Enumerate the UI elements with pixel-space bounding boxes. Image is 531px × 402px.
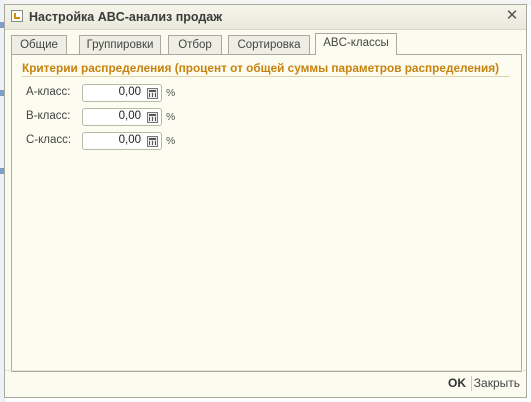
calculator-icon[interactable]: [147, 136, 158, 147]
tab-panel: Критерии распределения (процент от общей…: [11, 54, 522, 372]
tab-general[interactable]: Общие: [11, 35, 67, 54]
close-icon[interactable]: ✕: [504, 8, 520, 24]
c-class-input[interactable]: 0,00: [82, 132, 162, 150]
a-class-input[interactable]: 0,00: [82, 84, 162, 102]
c-class-value: 0,00: [118, 134, 141, 146]
b-class-label: B-класс:: [26, 110, 71, 122]
a-class-label: А-класс:: [26, 86, 71, 98]
b-class-unit: %: [166, 111, 176, 123]
dialog-footer: OK Закрыть: [5, 370, 526, 397]
tab-abc-classes[interactable]: ABC-классы: [315, 33, 397, 55]
c-class-label: C-класс:: [26, 134, 72, 146]
dialog-window: Настройка ABC-анализ продаж ✕ Общие Груп…: [4, 4, 527, 398]
tab-filter[interactable]: Отбор: [168, 35, 222, 54]
button-separator: [471, 376, 472, 391]
title-bar: Настройка ABC-анализ продаж ✕: [5, 5, 526, 30]
b-class-value: 0,00: [118, 110, 141, 122]
calculator-icon[interactable]: [147, 88, 158, 99]
a-class-unit: %: [166, 87, 176, 99]
a-class-value: 0,00: [118, 86, 141, 98]
calculator-icon[interactable]: [147, 112, 158, 123]
b-class-input[interactable]: 0,00: [82, 108, 162, 126]
tab-groupings[interactable]: Группировки: [79, 35, 161, 54]
report-icon: [11, 10, 23, 22]
window-title: Настройка ABC-анализ продаж: [29, 10, 223, 24]
ok-button[interactable]: OK: [448, 376, 466, 390]
tab-sorting[interactable]: Сортировка: [228, 35, 310, 54]
section-title: Критерии распределения (процент от общей…: [22, 61, 500, 75]
close-button[interactable]: Закрыть: [474, 376, 520, 390]
section-divider: [22, 76, 510, 77]
c-class-unit: %: [166, 135, 176, 147]
